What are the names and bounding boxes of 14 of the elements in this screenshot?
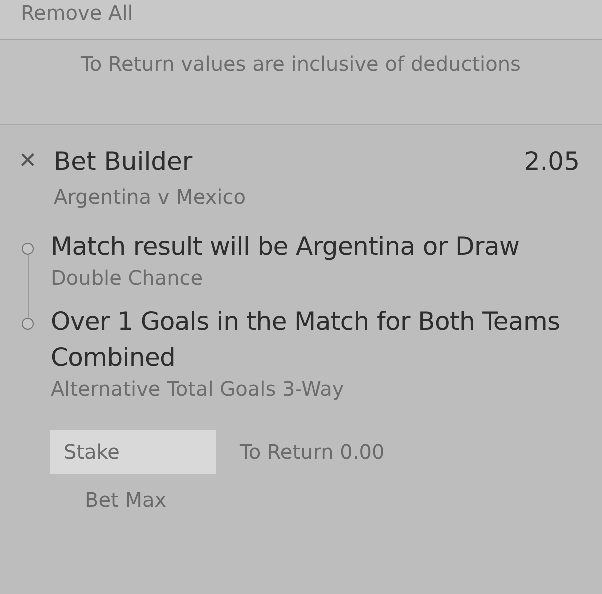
timeline-dot-icon bbox=[22, 318, 34, 330]
stake-field[interactable]: Stake bbox=[50, 430, 216, 474]
remove-all-button[interactable]: Remove All bbox=[21, 1, 134, 25]
selection-name: Over 1 Goals in the Match for Both Teams Combined bbox=[51, 306, 562, 374]
bet-title: Bet Builder bbox=[54, 146, 194, 176]
bet-max-button[interactable]: Bet Max bbox=[85, 488, 167, 512]
timeline-dot-icon bbox=[22, 243, 34, 255]
to-return-text: To Return 0.00 bbox=[240, 440, 385, 464]
selection-name: Match result will be Argentina or Draw bbox=[51, 231, 521, 263]
notice-text: To Return values are inclusive of deductions bbox=[80, 51, 522, 78]
market-name: Alternative Total Goals 3-Way bbox=[51, 377, 346, 401]
market-name: Double Chance bbox=[51, 266, 204, 290]
event-name: Argentina v Mexico bbox=[54, 185, 247, 209]
odds: 2.05 bbox=[524, 146, 580, 176]
